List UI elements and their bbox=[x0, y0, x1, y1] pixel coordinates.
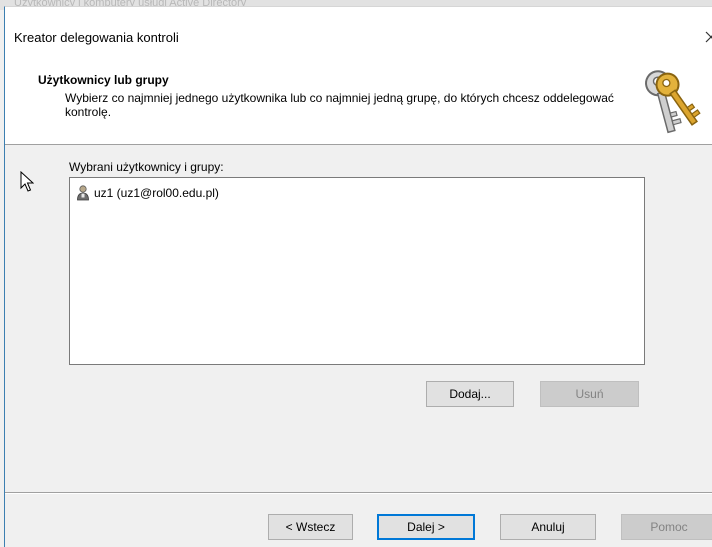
title-bar[interactable]: Kreator delegowania kontroli bbox=[5, 7, 712, 51]
window-title: Kreator delegowania kontroli bbox=[14, 30, 179, 45]
keys-icon bbox=[645, 70, 701, 134]
selected-users-groups-list[interactable]: uz1 (uz1@rol00.edu.pl) bbox=[69, 177, 645, 365]
help-button[interactable]: Pomoc bbox=[621, 514, 712, 540]
selected-list-label: Wybrani użytkownicy i grupy: bbox=[69, 160, 224, 174]
close-button[interactable] bbox=[702, 26, 712, 48]
wizard-window: Kreator delegowania kontroli Użytkownicy… bbox=[4, 6, 712, 547]
next-button[interactable]: Dalej > bbox=[377, 514, 475, 540]
wizard-header: Użytkownicy lub grupy Wybierz co najmnie… bbox=[5, 51, 712, 145]
cancel-button[interactable]: Anuluj bbox=[500, 514, 596, 540]
list-item-user[interactable]: uz1 (uz1@rol00.edu.pl) bbox=[76, 185, 219, 201]
remove-button[interactable]: Usuń bbox=[540, 381, 639, 407]
page-description: Wybierz co najmniej jednego użytkownika … bbox=[65, 91, 614, 119]
back-button[interactable]: < Wstecz bbox=[268, 514, 353, 540]
page-title: Użytkownicy lub grupy bbox=[38, 73, 169, 87]
add-button[interactable]: Dodaj... bbox=[426, 381, 514, 407]
mouse-pointer-icon bbox=[20, 171, 34, 192]
close-icon bbox=[705, 31, 712, 43]
list-item-label: uz1 (uz1@rol00.edu.pl) bbox=[94, 186, 219, 200]
user-icon bbox=[77, 185, 89, 201]
footer-divider bbox=[5, 492, 712, 494]
